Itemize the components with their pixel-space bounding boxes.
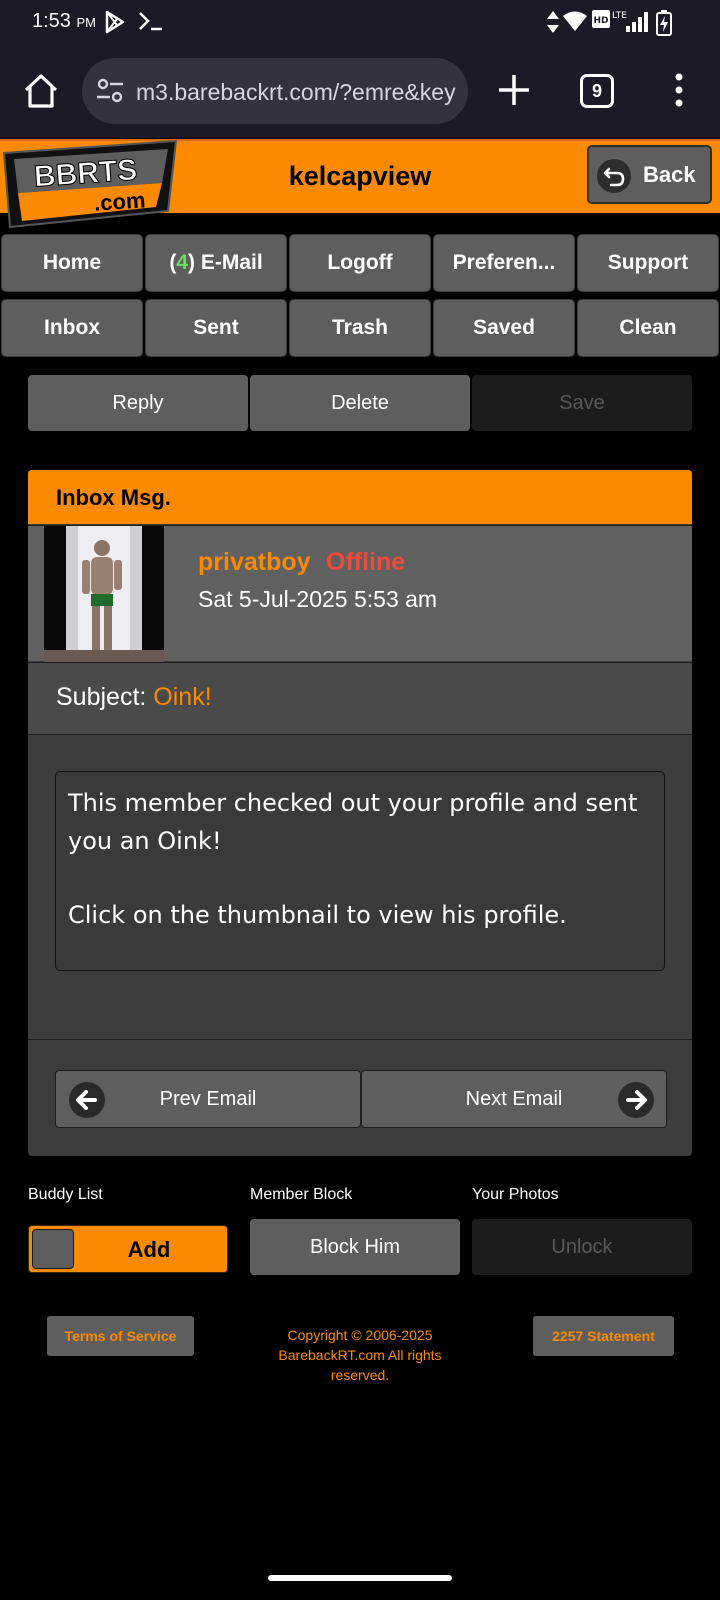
sender-thumbnail[interactable] <box>44 526 164 662</box>
message-body-line-1: This member checked out your profile and… <box>68 789 638 855</box>
clock: 1:53 PM <box>32 10 96 33</box>
buddy-add-toggle[interactable]: Add <box>28 1225 228 1273</box>
clock-time: 1:53 <box>32 10 71 32</box>
main-nav: Home (4) E-Mail Logoff Preferen... Suppo… <box>0 234 720 292</box>
wifi-icon <box>563 11 587 31</box>
message-panel: Inbox Msg. privatboy Offline Sat 5-Jul-2… <box>28 470 692 1156</box>
mail-nav: Inbox Sent Trash Saved Clean <box>0 299 720 357</box>
message-body[interactable]: This member checked out your profile and… <box>55 771 665 971</box>
block-him-button[interactable]: Block Him <box>250 1219 460 1275</box>
terms-of-service-link[interactable]: Terms of Service <box>47 1316 194 1356</box>
svg-text:.com: .com <box>93 187 146 216</box>
next-email-label: Next Email <box>465 1088 563 1110</box>
message-header: Inbox Msg. <box>28 470 692 524</box>
nav-home[interactable]: Home <box>1 234 143 292</box>
new-tab-icon[interactable] <box>494 70 534 110</box>
terminal-icon <box>139 12 162 31</box>
home-icon[interactable] <box>22 72 60 110</box>
page-title: kelcapview <box>288 161 432 191</box>
nav-support[interactable]: Support <box>577 234 719 292</box>
subject-row: Subject: Oink! <box>28 662 692 735</box>
tab-switcher-button[interactable]: 9 <box>580 74 614 108</box>
more-menu-icon[interactable] <box>664 70 694 110</box>
back-button[interactable]: Back <box>587 145 712 204</box>
hd-icon: HD <box>592 10 610 28</box>
statement-2257-link[interactable]: 2257 Statement <box>533 1316 674 1356</box>
nav-saved[interactable]: Saved <box>433 299 575 357</box>
delete-button[interactable]: Delete <box>250 375 470 431</box>
prev-email-label: Prev Email <box>159 1088 257 1110</box>
arrow-left-icon <box>69 1082 105 1118</box>
play-store-icon <box>105 10 125 34</box>
back-label: Back <box>643 162 696 187</box>
url-text[interactable]: m3.barebackrt.com/?emre&key <box>136 79 462 106</box>
svg-text:HD: HD <box>593 16 608 26</box>
sender-row: privatboy Offline Sat 5-Jul-2025 5:53 am <box>28 525 692 662</box>
unlock-photos-button: Unlock <box>472 1219 692 1275</box>
buddy-add-label: Add <box>127 1237 171 1262</box>
site-logo[interactable]: BBRTS .com <box>0 139 182 231</box>
subject-label: Subject: <box>56 683 147 711</box>
gesture-home-bar[interactable] <box>268 1575 452 1581</box>
next-email-button[interactable]: Next Email <box>361 1070 667 1128</box>
nav-logoff[interactable]: Logoff <box>289 234 431 292</box>
nav-email[interactable]: (4) E-Mail <box>145 234 287 292</box>
back-arrow-icon <box>597 159 631 193</box>
address-bar[interactable]: m3.barebackrt.com/?emre&key <box>82 58 468 124</box>
email-count-badge: 4 <box>176 251 188 274</box>
browser-toolbar: m3.barebackrt.com/?emre&key 9 <box>0 44 720 138</box>
nav-inbox[interactable]: Inbox <box>1 299 143 357</box>
panel-divider <box>28 1039 692 1040</box>
toggle-knob <box>32 1229 74 1269</box>
reply-button[interactable]: Reply <box>28 375 248 431</box>
site-settings-icon[interactable] <box>96 78 124 104</box>
message-body-line-2: Click on the thumbnail to view his profi… <box>68 901 567 929</box>
nav-preferences[interactable]: Preferen... <box>433 234 575 292</box>
save-button: Save <box>472 375 692 431</box>
data-arrows-icon <box>547 11 559 33</box>
buddy-list-label: Buddy List <box>28 1186 103 1203</box>
sender-status: Offline <box>326 548 406 576</box>
subject-value: Oink! <box>153 683 212 711</box>
arrow-right-icon <box>618 1082 654 1118</box>
lte-signal-icon: LTE <box>612 11 648 32</box>
battery-charging-icon <box>656 10 672 36</box>
member-block-label: Member Block <box>250 1186 353 1203</box>
nav-clean[interactable]: Clean <box>577 299 719 357</box>
nav-sent[interactable]: Sent <box>145 299 287 357</box>
message-date: Sat 5-Jul-2025 5:53 am <box>198 586 438 612</box>
prev-email-button[interactable]: Prev Email <box>55 1070 361 1128</box>
svg-text:LTE: LTE <box>612 11 627 21</box>
your-photos-label: Your Photos <box>472 1186 559 1203</box>
nav-trash[interactable]: Trash <box>289 299 431 357</box>
copyright-text: Copyright © 2006-2025 BarebackRT.com All… <box>278 1327 442 1383</box>
nav-email-label: E-Mail <box>200 251 263 274</box>
status-bar: 1:53 PM HD LTE <box>0 0 720 44</box>
sender-name-link[interactable]: privatboy <box>198 548 311 577</box>
site-header: BBRTS .com kelcapview Back <box>0 139 720 229</box>
clock-ampm: PM <box>76 15 97 30</box>
